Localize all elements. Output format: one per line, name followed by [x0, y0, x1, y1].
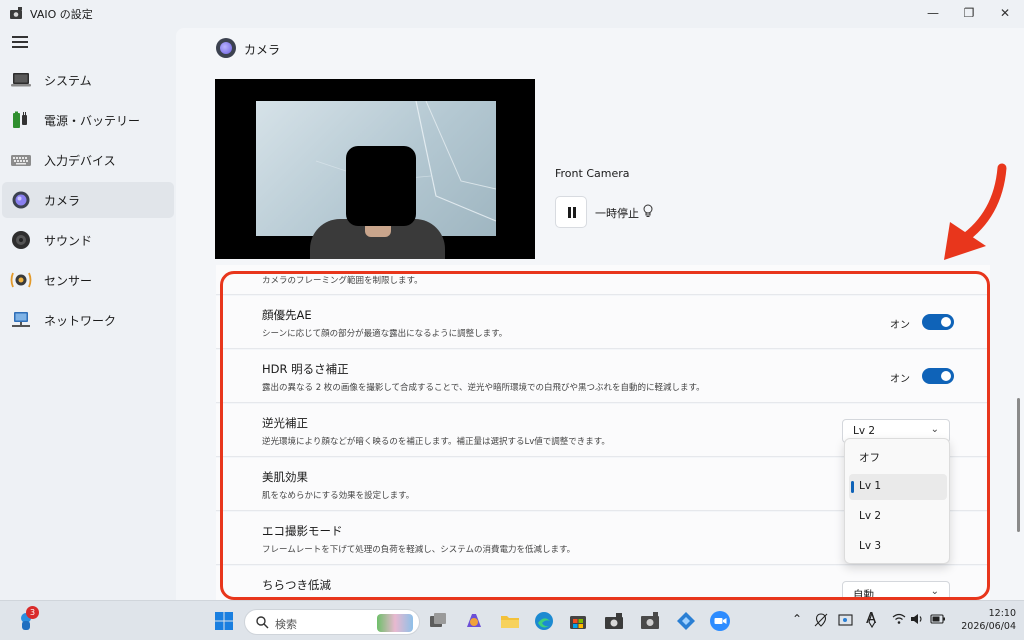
face-redaction — [346, 146, 416, 226]
sidebar-item-label: サウンド — [44, 234, 93, 248]
zoom-app-icon[interactable] — [708, 609, 732, 633]
image-capture-icon[interactable] — [838, 613, 854, 627]
speaker-icon — [12, 231, 30, 249]
microsoft-store-icon[interactable] — [566, 609, 590, 633]
sidebar-item-sensor[interactable]: センサー — [2, 262, 174, 298]
toggle-state-label: オン — [890, 320, 910, 331]
setting-title: 逆光補正 — [262, 416, 308, 430]
minimize-button[interactable]: — — [914, 0, 952, 28]
setting-description: 逆光環境により顔などが暗く映るのを補正します。補正量は選択するLv値で調整できま… — [262, 437, 610, 447]
system-clock[interactable]: 12:10 2026/06/04 — [956, 607, 1016, 633]
battery-icon — [13, 111, 27, 128]
dropdown-option-lv2[interactable]: Lv 2 — [849, 504, 947, 530]
chevron-down-icon: ⌄ — [930, 586, 939, 597]
sidebar-item-system[interactable]: システム — [2, 62, 174, 98]
setting-title: エコ撮影モード — [262, 524, 343, 538]
search-placeholder: 検索 — [275, 618, 297, 631]
setting-title: 顔優先AE — [262, 308, 312, 322]
page-title: カメラ — [244, 43, 281, 57]
sidebar-item-label: センサー — [44, 274, 93, 288]
wifi-icon[interactable] — [892, 613, 906, 625]
laptop-icon — [11, 73, 31, 87]
chevron-up-icon[interactable]: ⌃ — [792, 612, 802, 626]
sidebar-item-label: ネットワーク — [44, 314, 117, 328]
search-icon — [256, 616, 269, 629]
clock-date: 2026/06/04 — [961, 621, 1016, 632]
close-button[interactable]: ✕ — [986, 0, 1024, 28]
camera-icon — [12, 191, 30, 209]
setting-title: 美肌効果 — [262, 470, 308, 484]
copilot-icon[interactable] — [462, 609, 486, 633]
backlight-level-dropdown: オフ Lv 1 Lv 2 Lv 3 — [844, 438, 950, 564]
sidebar-item-label: 電源・バッテリー — [44, 114, 141, 128]
taskbar: 3 検索 ⌃ A 12:10 2026/06/04 — [0, 600, 1024, 640]
battery-status-icon[interactable] — [930, 613, 946, 625]
vaio-settings-app-icon — [10, 7, 22, 19]
sidebar-item-camera[interactable]: カメラ — [2, 182, 174, 218]
lightbulb-icon[interactable] — [642, 204, 654, 218]
chevron-down-icon: ⌄ — [930, 424, 939, 435]
dropdown-option-lv1[interactable]: Lv 1 — [849, 474, 947, 500]
sidebar-item-network[interactable]: ネットワーク — [2, 302, 174, 338]
setting-description: 露出の異なる 2 枚の画像を撮影して合成することで、逆光や暗所環境での白飛びや黒… — [262, 383, 705, 393]
setting-row-flicker-reduction: ちらつき低減 自動 ⌄ — [216, 566, 990, 600]
face-priority-ae-toggle[interactable] — [922, 314, 954, 330]
taskbar-search[interactable]: 検索 — [244, 609, 420, 635]
setting-description: カメラのフレーミング範囲を制限します。 — [262, 276, 423, 286]
ime-indicator[interactable]: A — [866, 609, 876, 627]
maximize-button[interactable]: ❐ — [950, 0, 988, 28]
option-label: Lv 3 — [859, 540, 882, 552]
window-title: VAIO の設定 — [30, 8, 93, 21]
toggle-state-label: オン — [890, 374, 910, 385]
camera-preview — [215, 79, 535, 259]
option-label: Lv 1 — [859, 480, 882, 492]
location-off-icon[interactable] — [814, 613, 828, 627]
sidebar-item-input-devices[interactable]: 入力デバイス — [2, 142, 174, 178]
setting-row-face-priority-ae: 顔優先AE シーンに応じて顔の部分が最適な露出になるように調整します。 オン — [216, 296, 990, 349]
option-label: オフ — [859, 452, 880, 464]
windows-start-icon[interactable] — [212, 609, 236, 633]
option-label: Lv 2 — [859, 510, 882, 522]
sidebar-item-label: 入力デバイス — [44, 154, 116, 168]
setting-description: 肌をなめらかにする効果を設定します。 — [262, 491, 415, 501]
setting-row-hdr: HDR 明るさ補正 露出の異なる 2 枚の画像を撮影して合成することで、逆光や暗… — [216, 350, 990, 403]
setting-description: フレームレートを下げて処理の負荷を軽減し、システムの消費電力を低減します。 — [262, 545, 576, 555]
dropdown-option-lv3[interactable]: Lv 3 — [849, 534, 947, 560]
title-bar: VAIO の設定 — ❐ ✕ — [0, 0, 1024, 28]
sensor-icon — [10, 272, 32, 288]
notification-badge: 3 — [26, 606, 39, 619]
setting-title: ちらつき低減 — [262, 578, 331, 592]
camera-icon — [216, 38, 236, 58]
menu-hamburger-icon[interactable] — [12, 36, 28, 50]
file-explorer-icon[interactable] — [498, 609, 522, 633]
setting-row-framing: カメラのフレーミング範囲を制限します。 — [216, 265, 990, 295]
select-value: 自動 — [853, 589, 874, 600]
camera-device-name: Front Camera — [555, 167, 630, 180]
volume-icon[interactable] — [910, 613, 924, 625]
flicker-reduction-select[interactable]: 自動 ⌄ — [842, 581, 950, 600]
task-view-icon[interactable] — [426, 609, 450, 633]
photos-app-icon[interactable] — [674, 609, 698, 633]
vaio-settings-taskbar-icon[interactable] — [602, 609, 626, 633]
pause-button[interactable] — [555, 196, 587, 228]
vertical-scrollbar[interactable] — [1017, 398, 1020, 532]
vaio-camera-utility-icon[interactable] — [638, 609, 662, 633]
sidebar-item-label: カメラ — [44, 194, 81, 208]
sidebar-item-sound[interactable]: サウンド — [2, 222, 174, 258]
edge-browser-icon[interactable] — [532, 609, 556, 633]
sidebar-item-label: システム — [44, 74, 92, 88]
setting-description: シーンに応じて顔の部分が最適な露出になるように調整します。 — [262, 329, 508, 339]
dropdown-option-off[interactable]: オフ — [849, 444, 947, 470]
pause-label: 一時停止 — [595, 207, 639, 220]
keyboard-icon — [11, 155, 31, 166]
red-arrow-annotation — [944, 163, 1007, 260]
clock-time: 12:10 — [988, 608, 1016, 619]
search-highlight-image — [377, 614, 413, 632]
hdr-toggle[interactable] — [922, 368, 954, 384]
setting-title: HDR 明るさ補正 — [262, 362, 349, 376]
select-value: Lv 2 — [853, 425, 876, 437]
network-icon — [12, 312, 30, 327]
sidebar-item-power-battery[interactable]: 電源・バッテリー — [2, 102, 174, 138]
